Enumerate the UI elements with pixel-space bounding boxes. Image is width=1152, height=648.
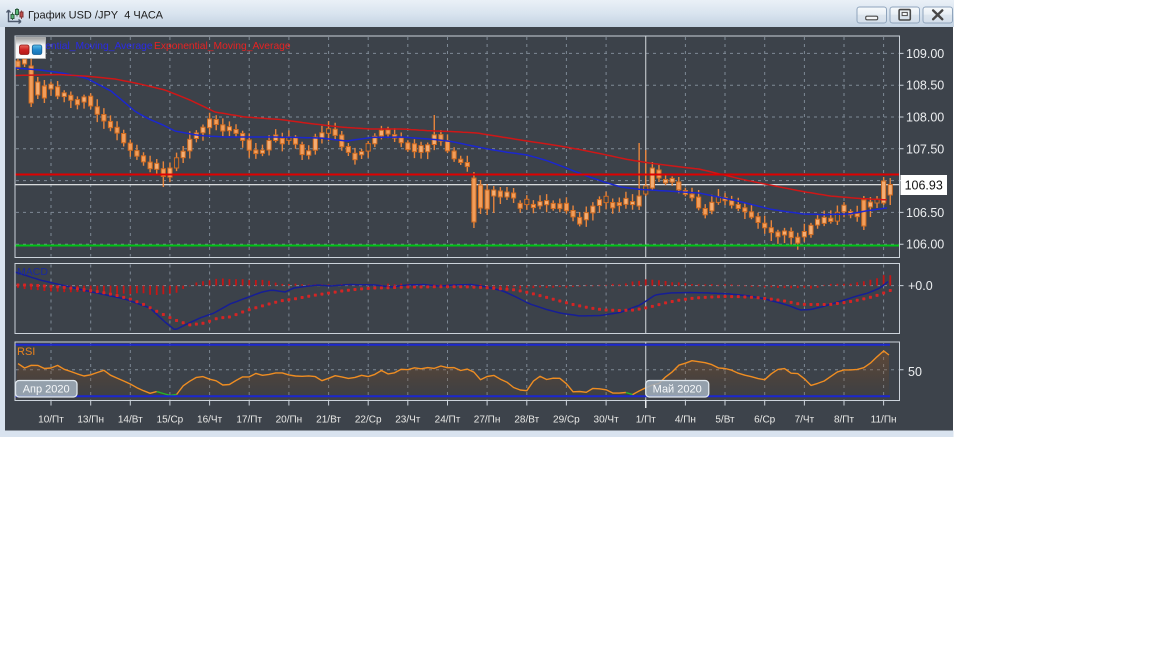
svg-text:11/Пн: 11/Пн (871, 415, 897, 426)
svg-text:107.50: 107.50 (906, 142, 944, 156)
svg-text:20/Пн: 20/Пн (276, 415, 303, 426)
svg-text:22/Ср: 22/Ср (355, 415, 382, 426)
svg-text:15/Ср: 15/Ср (157, 415, 184, 426)
svg-text:27/Пн: 27/Пн (474, 415, 501, 426)
svg-text:17/Пт: 17/Пт (236, 415, 262, 426)
svg-text:16/Чт: 16/Чт (197, 415, 223, 426)
svg-text:График USD /JPY 4 ЧАСА: График USD /JPY 4 ЧАСА (28, 10, 164, 22)
svg-text:+0.0: +0.0 (908, 279, 933, 293)
svg-text:10/Пт: 10/Пт (38, 415, 64, 426)
svg-text:13/Пн: 13/Пн (77, 415, 104, 426)
svg-text:106.50: 106.50 (906, 206, 944, 220)
svg-text:5/Вт: 5/Вт (715, 415, 735, 426)
svg-text:RSI: RSI (17, 346, 35, 358)
svg-text:50: 50 (908, 365, 922, 379)
svg-text:6/Ср: 6/Ср (754, 415, 776, 426)
svg-text:1/Пт: 1/Пт (636, 415, 657, 426)
svg-text:28/Вт: 28/Вт (514, 415, 539, 426)
svg-text:Апр 2020: Апр 2020 (23, 384, 70, 396)
svg-text:7/Чт: 7/Чт (795, 415, 815, 426)
svg-text:Exponential_Moving_Average: Exponential_Moving_Average (154, 41, 291, 52)
svg-text:23/Чт: 23/Чт (395, 415, 421, 426)
svg-text:24/Пт: 24/Пт (435, 415, 461, 426)
svg-text:108.50: 108.50 (906, 79, 944, 93)
svg-text:106.93: 106.93 (905, 179, 943, 193)
svg-text:106.00: 106.00 (906, 238, 944, 252)
svg-text:108.00: 108.00 (906, 111, 944, 125)
svg-text:8/Пт: 8/Пт (834, 415, 855, 426)
svg-text:29/Ср: 29/Ср (553, 415, 580, 426)
svg-text:21/Вт: 21/Вт (316, 415, 341, 426)
svg-text:MACD: MACD (17, 266, 48, 278)
svg-text:14/Вт: 14/Вт (118, 415, 143, 426)
svg-text:30/Чт: 30/Чт (594, 415, 620, 426)
svg-text:4/Пн: 4/Пн (675, 415, 696, 426)
svg-text:109.00: 109.00 (906, 47, 944, 61)
svg-text:Май 2020: Май 2020 (653, 384, 702, 396)
